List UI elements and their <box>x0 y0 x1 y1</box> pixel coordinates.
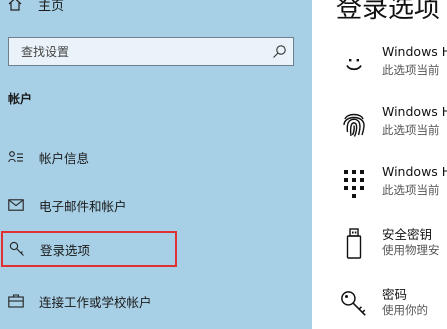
option-title: Windows H <box>382 44 447 59</box>
option-title: Windows H <box>382 164 447 179</box>
key-icon <box>9 241 25 257</box>
fingerprint-icon <box>340 110 368 138</box>
option-description: 使用你的 <box>382 303 428 317</box>
option-description: 此选项当前 <box>382 183 440 197</box>
option-windows-hello-face[interactable]: Windows H 此选项当前 <box>312 42 447 90</box>
option-password[interactable]: 密码 使用你的 <box>312 282 447 329</box>
face-icon <box>340 50 368 78</box>
search-icon[interactable] <box>272 44 287 59</box>
home-icon <box>8 0 22 11</box>
page-title: 登录选项 <box>336 0 441 24</box>
main-content: 登录选项 Windows H 此选项当前 Windows H 此选项当前 Win… <box>312 0 447 329</box>
key-icon <box>340 290 368 318</box>
sidebar-item-email-accounts[interactable]: 电子邮件和帐户 <box>0 188 300 222</box>
home-label: 主页 <box>38 0 65 14</box>
option-description: 此选项当前 <box>382 123 440 137</box>
sidebar-item-label: 连接工作或学校帐户 <box>39 294 152 310</box>
sidebar-item-sign-in-options[interactable]: 登录选项 <box>1 231 177 267</box>
sidebar-item-account-info[interactable]: 帐户信息 <box>0 140 300 174</box>
briefcase-icon <box>8 293 24 309</box>
usb-key-icon <box>340 228 368 259</box>
option-windows-hello-pin[interactable]: Windows H 此选项当前 <box>312 162 447 210</box>
sidebar-item-label: 登录选项 <box>40 242 91 258</box>
option-title: Windows H <box>382 104 447 119</box>
pin-keypad-icon <box>340 170 368 198</box>
sidebar-item-label: 帐户信息 <box>39 150 90 166</box>
email-icon <box>8 197 24 213</box>
settings-sidebar: 主页 帐户 帐户信息 电子邮件和帐户 <box>0 0 312 329</box>
option-description: 此选项当前 <box>382 63 440 77</box>
option-title: 安全密钥 <box>382 227 433 242</box>
account-info-icon <box>8 149 24 165</box>
search-input[interactable] <box>9 38 271 65</box>
option-description: 使用物理安 <box>382 243 440 257</box>
option-title: 密码 <box>382 287 408 302</box>
home-nav-item[interactable]: 主页 <box>8 0 64 14</box>
option-windows-hello-fingerprint[interactable]: Windows H 此选项当前 <box>312 102 447 150</box>
search-box[interactable] <box>8 37 294 66</box>
option-security-key[interactable]: 安全密钥 使用物理安 <box>312 222 447 270</box>
section-title-accounts: 帐户 <box>8 92 33 106</box>
sidebar-item-work-school[interactable]: 连接工作或学校帐户 <box>0 284 300 318</box>
sidebar-item-label: 电子邮件和帐户 <box>39 198 127 214</box>
